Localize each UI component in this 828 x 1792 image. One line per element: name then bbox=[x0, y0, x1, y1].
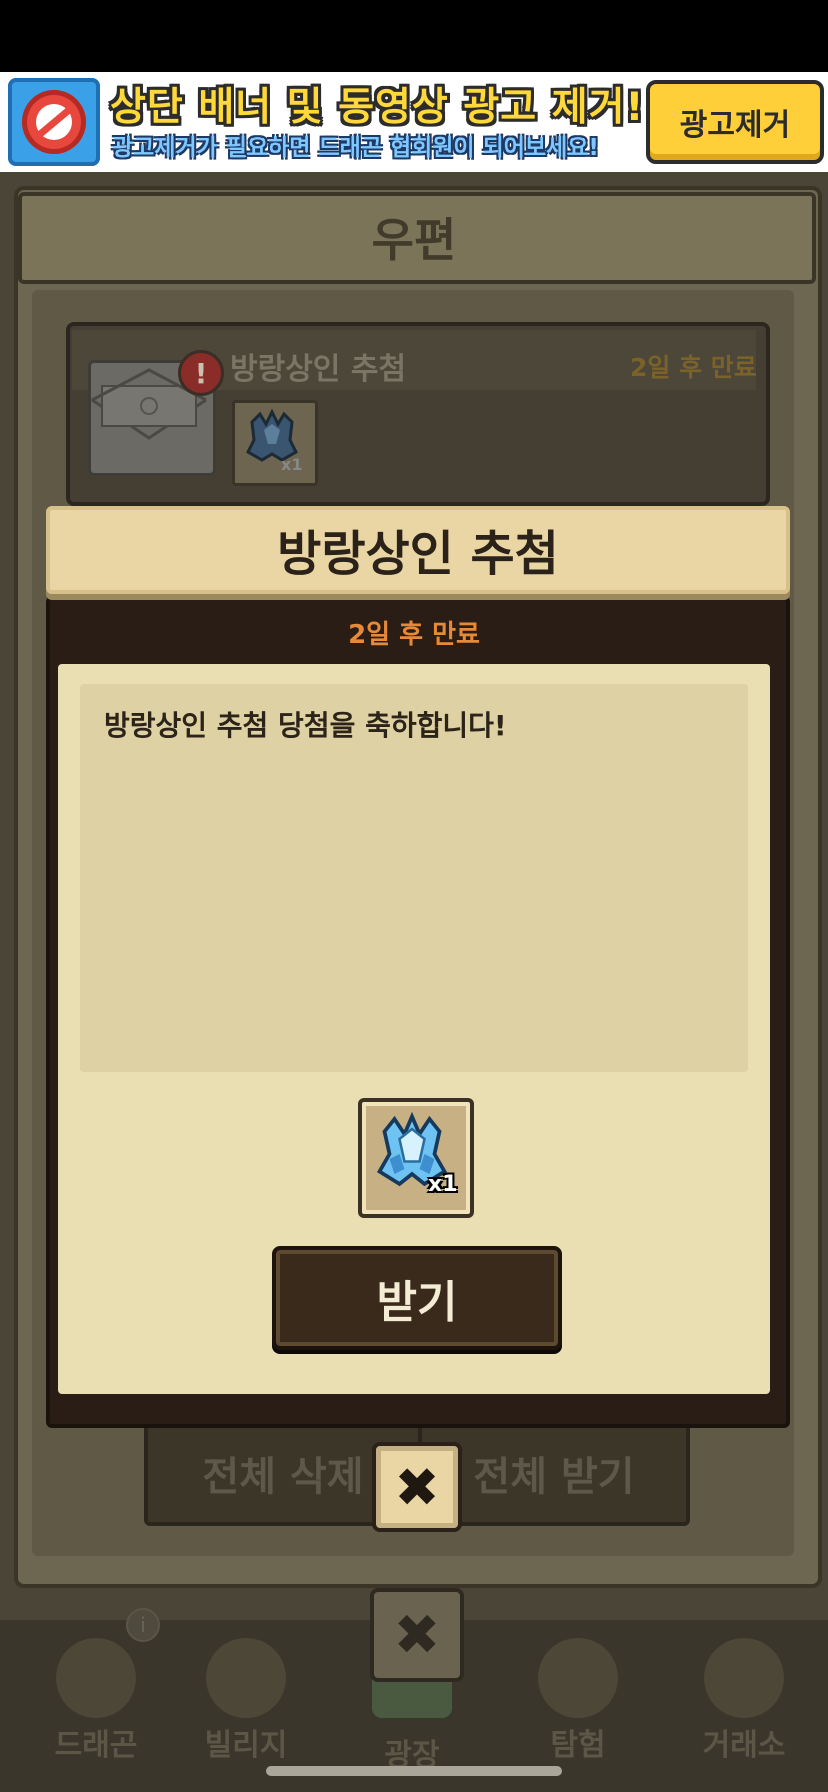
mail-item-reward-thumb: x1 bbox=[232, 400, 318, 486]
nav-label: 탐험 bbox=[550, 1728, 606, 1763]
nav-item-dragon[interactable]: 드래곤 bbox=[16, 1620, 176, 1792]
ad-banner[interactable]: 상단 배너 및 동영상 광고 제거! 광고제거가 필요하면 드래곤 협회원이 되… bbox=[0, 72, 828, 172]
merchant-icon bbox=[704, 1638, 784, 1718]
nav-label: 빌리지 bbox=[204, 1728, 288, 1763]
mail-title: 우편 bbox=[371, 213, 457, 267]
message-text: 방랑상인 추첨 당첨을 축하합니다! bbox=[104, 709, 507, 742]
ad-title: 상단 배너 및 동영상 광고 제거! bbox=[110, 85, 645, 130]
compass-icon bbox=[538, 1638, 618, 1718]
mail-item-title: 방랑상인 추첨 bbox=[230, 352, 407, 387]
ad-subtitle: 광고제거가 필요하면 드래곤 협회원이 되어보세요! bbox=[112, 135, 599, 161]
background-close-button[interactable]: ✖ bbox=[370, 1588, 464, 1682]
village-icon bbox=[206, 1638, 286, 1718]
home-indicator[interactable] bbox=[266, 1766, 562, 1776]
dialog-title: 방랑상인 추첨 bbox=[277, 526, 559, 582]
dialog-expire-text: 2일 후 만료 bbox=[348, 620, 480, 650]
close-button[interactable]: ✖ bbox=[372, 1442, 462, 1532]
dragon-icon bbox=[56, 1638, 136, 1718]
nav-label: 드래곤 bbox=[54, 1728, 138, 1763]
info-badge-icon: i bbox=[126, 1608, 160, 1642]
status-bar bbox=[0, 0, 828, 72]
reward-item-slot[interactable] bbox=[358, 1098, 474, 1218]
reward-count: x1 bbox=[428, 1172, 458, 1197]
mail-item-expire: 2일 후 만료 bbox=[630, 353, 757, 382]
alert-icon: ! bbox=[178, 350, 224, 396]
receive-button[interactable]: 받기 bbox=[272, 1246, 562, 1350]
ad-remove-button[interactable]: 광고제거 bbox=[646, 80, 824, 164]
mail-item-count: x1 bbox=[281, 455, 303, 474]
nav-item-exchange[interactable]: 거래소 bbox=[664, 1620, 824, 1792]
ad-clock-icon bbox=[8, 78, 100, 166]
nav-label: 거래소 bbox=[702, 1728, 786, 1763]
